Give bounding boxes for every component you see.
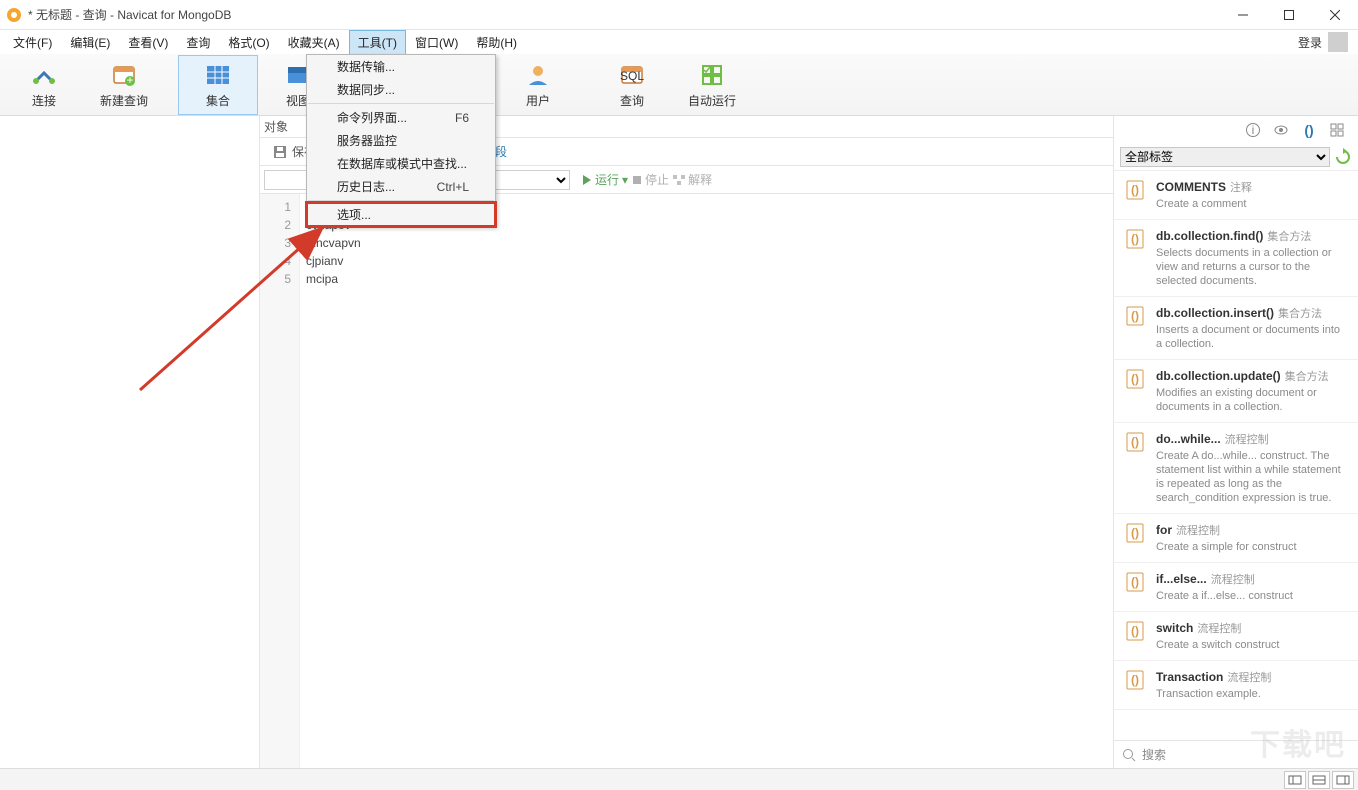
- dropdown-item[interactable]: 服务器监控: [307, 129, 495, 152]
- snippet-icon: (): [1124, 179, 1146, 201]
- svg-text:(): (): [1131, 183, 1139, 197]
- tool-autorun[interactable]: 自动运行: [672, 55, 752, 115]
- svg-text:(): (): [1131, 624, 1139, 638]
- snippet-tab-icon[interactable]: (): [1300, 121, 1318, 139]
- close-button[interactable]: [1312, 0, 1358, 30]
- stop-icon: [632, 175, 642, 185]
- tools-dropdown: 数据传输...数据同步... 命令列界面...F6服务器监控在数据库或模式中查找.…: [306, 54, 496, 227]
- eye-tab-icon[interactable]: [1272, 121, 1290, 139]
- play-icon: [582, 175, 592, 185]
- snippet-item[interactable]: ()Transaction流程控制Transaction example.: [1114, 661, 1358, 710]
- refresh-icon[interactable]: [1334, 148, 1352, 166]
- explain-button[interactable]: 解释: [673, 171, 712, 188]
- menu-help[interactable]: 帮助(H): [467, 30, 526, 55]
- info-tab-icon[interactable]: i: [1244, 121, 1262, 139]
- snippet-item[interactable]: ()if...else...流程控制Create a if...else... …: [1114, 563, 1358, 612]
- main-toolbar: 连接 + 新建查询 集合 视图 Reduce GridFS 用户 SQL 查询 …: [0, 54, 1358, 116]
- dropdown-item[interactable]: 命令列界面...F6: [307, 106, 495, 129]
- explain-icon: [673, 175, 685, 185]
- menu-tools[interactable]: 工具(T): [349, 30, 406, 55]
- tag-filter-select[interactable]: 全部标签: [1120, 147, 1330, 167]
- app-icon: [6, 7, 22, 23]
- snippet-item[interactable]: ()COMMENTS注释Create a comment: [1114, 171, 1358, 220]
- svg-text:(): (): [1131, 435, 1139, 449]
- snippet-icon: (): [1124, 431, 1146, 453]
- tool-user[interactable]: 用户: [498, 55, 578, 115]
- snippet-panel: i () 全部标签 ()COMMENTS注释Create a comment()…: [1114, 116, 1358, 768]
- dropdown-arrow-icon: ▾: [622, 173, 628, 187]
- snippet-icon: (): [1124, 522, 1146, 544]
- login-label: 登录: [1298, 34, 1322, 51]
- status-bar: [0, 768, 1358, 790]
- search-icon: [1122, 748, 1136, 762]
- menu-favorites[interactable]: 收藏夹(A): [279, 30, 349, 55]
- svg-text:(): (): [1131, 232, 1139, 246]
- dropdown-item[interactable]: 在数据库或模式中查找...: [307, 152, 495, 175]
- line-gutter: 12345: [260, 194, 300, 768]
- menu-bar: 文件(F) 编辑(E) 查看(V) 查询 格式(O) 收藏夹(A) 工具(T) …: [0, 30, 1358, 54]
- svg-text:+: +: [126, 73, 133, 87]
- snippet-icon: (): [1124, 305, 1146, 327]
- login-area[interactable]: 登录: [1298, 32, 1354, 52]
- snippet-icon: (): [1124, 620, 1146, 642]
- save-icon: [272, 144, 288, 160]
- svg-text:SQL: SQL: [620, 69, 644, 83]
- snippet-item[interactable]: ()db.collection.update()集合方法Modifies an …: [1114, 360, 1358, 423]
- svg-text:i: i: [1252, 123, 1255, 137]
- tool-new-query[interactable]: + 新建查询: [84, 55, 164, 115]
- snippet-icon: (): [1124, 368, 1146, 390]
- svg-text:(): (): [1131, 309, 1139, 323]
- snippet-search[interactable]: 搜索: [1114, 740, 1358, 768]
- snippet-icon: (): [1124, 669, 1146, 691]
- statusbar-view-1[interactable]: [1284, 771, 1306, 789]
- code-area[interactable]: cvnapov mncvapvn cjpianv mcipa: [300, 194, 1113, 768]
- code-editor[interactable]: 12345 cvnapov mncvapvn cjpianv mcipa: [260, 194, 1113, 768]
- maximize-button[interactable]: [1266, 0, 1312, 30]
- menu-view[interactable]: 查看(V): [119, 30, 177, 55]
- stop-button[interactable]: 停止: [632, 171, 669, 188]
- menu-query[interactable]: 查询: [177, 30, 219, 55]
- snippet-item[interactable]: ()db.collection.find()集合方法Selects docume…: [1114, 220, 1358, 297]
- snippet-item[interactable]: ()do...while...流程控制Create A do...while..…: [1114, 423, 1358, 514]
- snippet-item[interactable]: ()db.collection.insert()集合方法Inserts a do…: [1114, 297, 1358, 360]
- run-button[interactable]: 运行 ▾: [582, 171, 628, 188]
- dropdown-item[interactable]: 历史日志...Ctrl+L: [307, 175, 495, 198]
- statusbar-view-3[interactable]: [1332, 771, 1354, 789]
- right-pane-tabs: i (): [1114, 116, 1358, 144]
- snippet-item[interactable]: ()switch流程控制Create a switch construct: [1114, 612, 1358, 661]
- grid-tab-icon[interactable]: [1328, 121, 1346, 139]
- statusbar-view-2[interactable]: [1308, 771, 1330, 789]
- svg-text:(): (): [1131, 372, 1139, 386]
- tool-collection[interactable]: 集合: [178, 55, 258, 115]
- tool-connection[interactable]: 连接: [4, 55, 84, 115]
- menu-window[interactable]: 窗口(W): [406, 30, 467, 55]
- snippet-icon: (): [1124, 571, 1146, 593]
- menu-file[interactable]: 文件(F): [4, 30, 61, 55]
- svg-text:(): (): [1131, 575, 1139, 589]
- snippet-icon: (): [1124, 228, 1146, 250]
- menu-format[interactable]: 格式(O): [219, 30, 278, 55]
- snippet-item[interactable]: ()for流程控制Create a simple for construct: [1114, 514, 1358, 563]
- avatar-icon: [1328, 32, 1348, 52]
- tool-query[interactable]: SQL 查询: [592, 55, 672, 115]
- sidebar: [0, 116, 260, 768]
- dropdown-item[interactable]: 数据同步...: [307, 78, 495, 101]
- minimize-button[interactable]: [1220, 0, 1266, 30]
- svg-text:(): (): [1131, 673, 1139, 687]
- menu-edit[interactable]: 编辑(E): [61, 30, 119, 55]
- dropdown-item[interactable]: 数据传输...: [307, 55, 495, 78]
- title-bar: * 无标题 - 查询 - Navicat for MongoDB: [0, 0, 1358, 30]
- svg-text:(): (): [1131, 526, 1139, 540]
- dropdown-item[interactable]: 选项...: [307, 203, 495, 226]
- window-title: * 无标题 - 查询 - Navicat for MongoDB: [28, 6, 231, 23]
